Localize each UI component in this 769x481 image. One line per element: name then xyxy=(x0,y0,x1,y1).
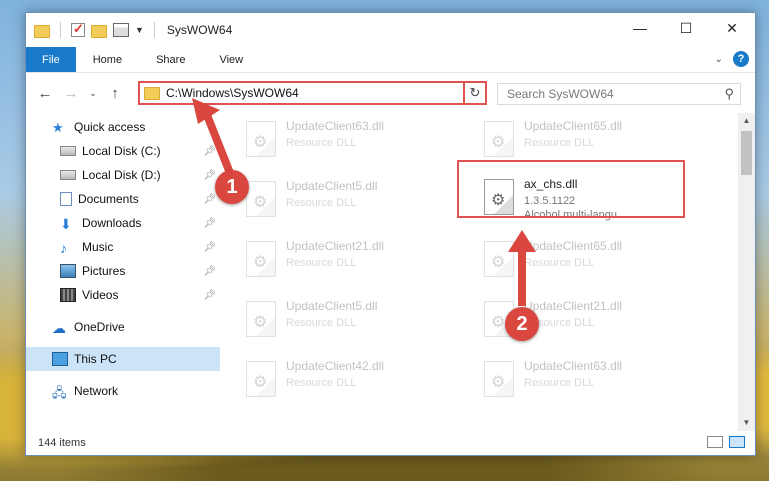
callout-badge-1: 1 xyxy=(215,170,249,204)
arrow-one xyxy=(201,108,236,180)
annotation-arrows xyxy=(192,98,536,306)
arrow-two-head xyxy=(508,230,536,252)
callout-badge-2: 2 xyxy=(505,307,539,341)
